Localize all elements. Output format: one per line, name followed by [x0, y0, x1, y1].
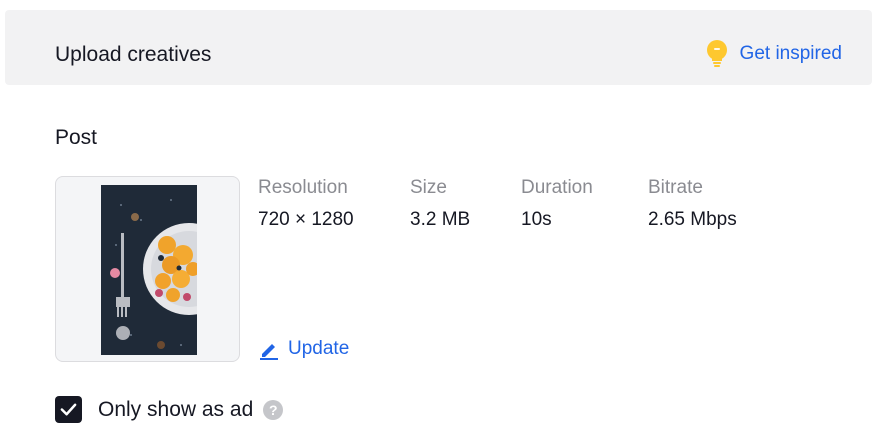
meta-key: Duration: [521, 177, 593, 198]
meta-value: 3.2 MB: [410, 209, 471, 230]
only-show-as-ad-row: Only show as ad ?: [55, 396, 284, 423]
upload-creatives-header: Upload creatives Get inspired: [5, 10, 872, 85]
meta-key: Size: [410, 177, 447, 198]
pencil-icon: [260, 344, 278, 360]
get-inspired-label[interactable]: Get inspired: [740, 42, 842, 66]
get-inspired-link[interactable]: Get inspired: [706, 40, 842, 68]
meta-value: 720 × 1280: [258, 209, 354, 230]
checkmark-icon: [60, 403, 77, 416]
post-section-label: Post: [55, 126, 98, 149]
only-show-as-ad-label[interactable]: Only show as ad: [98, 397, 253, 423]
meta-key: Resolution: [258, 177, 348, 198]
meta-value: 2.65 Mbps: [648, 209, 737, 230]
meta-size: Size 3.2 MB: [410, 176, 470, 232]
meta-value: 10s: [521, 209, 552, 230]
meta-bitrate: Bitrate 2.65 Mbps: [648, 176, 737, 232]
question-icon[interactable]: ?: [263, 399, 284, 420]
video-thumbnail-card[interactable]: [55, 176, 240, 362]
video-thumbnail: [101, 185, 197, 355]
lightbulb-icon: [706, 40, 727, 67]
update-button[interactable]: Update: [258, 336, 349, 362]
meta-key: Bitrate: [648, 177, 703, 198]
only-show-as-ad-checkbox[interactable]: [55, 396, 82, 423]
update-label[interactable]: Update: [288, 336, 349, 362]
header-title: Upload creatives: [55, 43, 212, 66]
meta-resolution: Resolution 720 × 1280: [258, 176, 354, 232]
meta-duration: Duration 10s: [521, 176, 593, 232]
